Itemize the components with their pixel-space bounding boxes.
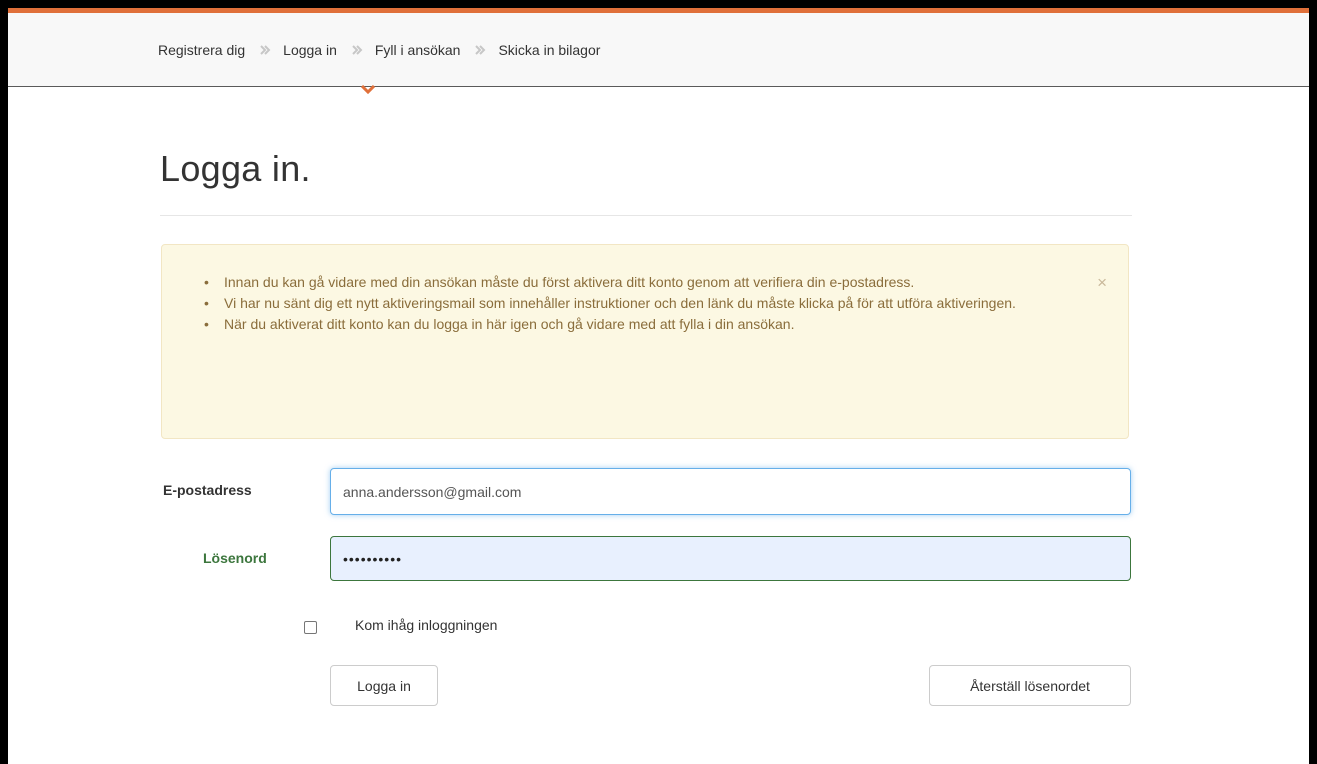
login-button[interactable]: Logga in — [330, 665, 438, 706]
breadcrumb: Registrera dig Logga in Fyll i ansökan S… — [158, 42, 600, 58]
remember-checkbox[interactable] — [304, 621, 317, 634]
chevron-right-icon — [474, 44, 486, 56]
chevron-down-icon — [360, 82, 376, 95]
password-value: •••••••••• — [343, 550, 403, 567]
close-icon[interactable]: × — [1097, 272, 1107, 293]
password-field[interactable]: •••••••••• — [330, 536, 1131, 581]
alert-message: När du aktiverat ditt konto kan du logga… — [204, 314, 1098, 335]
alert-message: Innan du kan gå vidare med din ansökan m… — [204, 272, 1098, 293]
progress-bar: Registrera dig Logga in Fyll i ansökan S… — [8, 8, 1309, 87]
step-application[interactable]: Fyll i ansökan — [375, 42, 461, 58]
alert-message: Vi har nu sänt dig ett nytt aktiveringsm… — [204, 293, 1098, 314]
email-label: E-postadress — [163, 482, 252, 498]
page-frame: Registrera dig Logga in Fyll i ansökan S… — [8, 8, 1309, 764]
page-title: Logga in. — [160, 148, 311, 189]
step-attachments[interactable]: Skicka in bilagor — [498, 42, 600, 58]
remember-label[interactable]: Kom ihåg inloggningen — [355, 617, 497, 633]
step-register[interactable]: Registrera dig — [158, 42, 245, 58]
alert-message-list: Innan du kan gå vidare med din ansökan m… — [204, 272, 1098, 335]
step-login[interactable]: Logga in — [283, 42, 337, 58]
email-field[interactable]: anna.andersson@gmail.com — [330, 468, 1131, 515]
reset-password-button[interactable]: Återställ lösenordet — [929, 665, 1131, 706]
email-value: anna.andersson@gmail.com — [343, 483, 522, 500]
warning-alert: Innan du kan gå vidare med din ansökan m… — [161, 244, 1129, 439]
chevron-right-icon — [351, 44, 363, 56]
chevron-right-icon — [259, 44, 271, 56]
divider — [160, 215, 1132, 216]
password-label: Lösenord — [203, 550, 267, 566]
